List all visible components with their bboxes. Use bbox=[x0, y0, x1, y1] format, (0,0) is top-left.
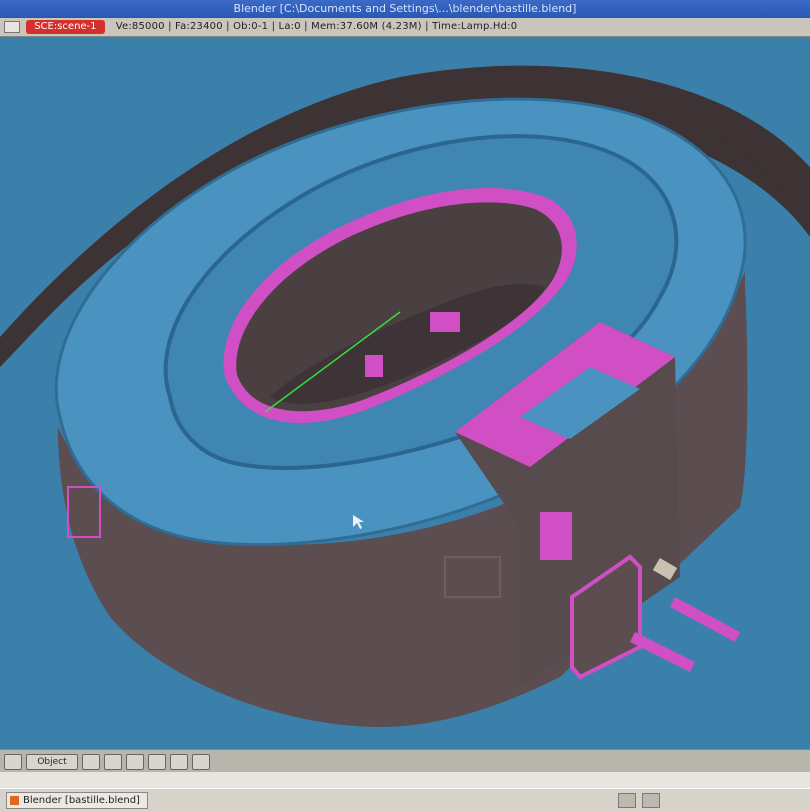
window-type-menu-icon[interactable] bbox=[4, 21, 20, 33]
window-title-bar: Blender [C:\Documents and Settings\...\b… bbox=[0, 0, 810, 18]
view-type-menu-icon[interactable] bbox=[4, 754, 22, 770]
3d-viewport[interactable] bbox=[0, 37, 810, 749]
scene-stats: Ve:85000 | Fa:23400 | Ob:0-1 | La:0 | Me… bbox=[115, 21, 518, 32]
viewport-canvas[interactable] bbox=[0, 37, 810, 749]
lock-icon[interactable] bbox=[170, 754, 188, 770]
render-icon[interactable] bbox=[192, 754, 210, 770]
taskbar: Blender [bastille.blend] bbox=[0, 788, 810, 811]
layer-icon[interactable] bbox=[148, 754, 166, 770]
pivot-icon[interactable] bbox=[104, 754, 122, 770]
courtyard-window-2 bbox=[365, 355, 383, 377]
scene-selector[interactable]: SCE:scene-1 bbox=[26, 20, 105, 34]
blender-icon bbox=[10, 795, 19, 805]
tray-icon-1[interactable] bbox=[618, 793, 636, 808]
mode-selector[interactable]: Object bbox=[26, 754, 78, 770]
courtyard-window-1 bbox=[430, 312, 460, 332]
tray-icon-2[interactable] bbox=[642, 793, 660, 808]
shading-icon[interactable] bbox=[82, 754, 100, 770]
taskbar-item-label: Blender [bastille.blend] bbox=[23, 795, 140, 806]
taskbar-item-blender[interactable]: Blender [bastille.blend] bbox=[6, 792, 148, 809]
gatehouse-door bbox=[540, 512, 572, 560]
info-header: SCE:scene-1 Ve:85000 | Fa:23400 | Ob:0-1… bbox=[0, 18, 810, 37]
manipulator-icon[interactable] bbox=[126, 754, 144, 770]
window-spacer bbox=[0, 772, 810, 788]
3d-view-header: Object bbox=[0, 749, 810, 772]
window-title: Blender [C:\Documents and Settings\...\b… bbox=[233, 2, 577, 15]
